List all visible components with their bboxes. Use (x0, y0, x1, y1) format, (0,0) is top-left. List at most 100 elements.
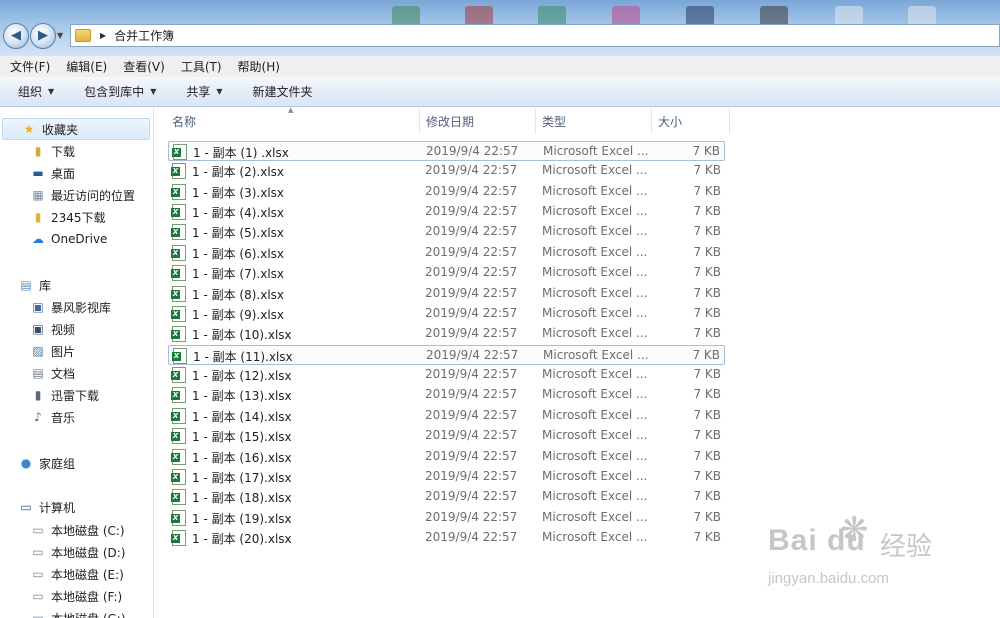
nav-item-baofeng-library[interactable]: ▣ 暴风影视库 (0, 296, 111, 318)
file-date: 2019/9/4 22:57 (425, 489, 518, 503)
excel-file-icon (171, 469, 186, 485)
nav-item-music[interactable]: ♪ 音乐 (0, 406, 75, 428)
column-header-date[interactable]: 修改日期 (420, 108, 536, 134)
menu-file[interactable]: 文件(F) (10, 58, 50, 75)
file-row[interactable]: 1 - 副本 (14).xlsx 2019/9/4 22:57 Microsoft … (168, 406, 725, 426)
file-row[interactable]: 1 - 副本 (3).xlsx 2019/9/4 22:57 Microsoft E… (168, 182, 725, 202)
file-row[interactable]: 1 - 副本 (8).xlsx 2019/9/4 22:57 Microsoft E… (168, 284, 725, 304)
file-row[interactable]: 1 - 副本 (7).xlsx 2019/9/4 22:57 Microsoft E… (168, 263, 725, 283)
recent-pages-dropdown[interactable]: ▼ (57, 31, 63, 40)
organize-button[interactable]: 组织 ▼ (18, 83, 54, 100)
excel-file-icon (171, 163, 186, 179)
nav-item-thunder-downloads[interactable]: ▮ 迅雷下载 (0, 384, 99, 406)
breadcrumb-current-folder[interactable]: 合并工作簿 (114, 27, 174, 44)
include-in-library-button[interactable]: 包含到库中 ▼ (84, 83, 156, 100)
file-type: Microsoft Excel ... (542, 510, 648, 524)
column-header-type[interactable]: 类型 (536, 108, 652, 134)
nav-label: 2345下载 (51, 210, 106, 225)
column-header-size[interactable]: 大小 (652, 108, 730, 134)
forward-button[interactable]: ▶ (30, 23, 56, 49)
file-type: Microsoft Excel ... (542, 224, 648, 238)
nav-label: 计算机 (39, 500, 76, 515)
file-row[interactable]: 1 - 副本 (12).xlsx 2019/9/4 22:57 Microsoft … (168, 365, 725, 385)
recent-places-icon: ▦ (32, 188, 44, 202)
nav-label: 音乐 (51, 410, 76, 425)
file-row[interactable]: 1 - 副本 (10).xlsx 2019/9/4 22:57 Microsoft … (168, 324, 725, 344)
menu-help[interactable]: 帮助(H) (238, 58, 280, 75)
menu-tools[interactable]: 工具(T) (181, 58, 222, 75)
file-name: 1 - 副本 (5).xlsx (192, 226, 285, 240)
file-type: Microsoft Excel ... (542, 367, 648, 381)
file-row[interactable]: 1 - 副本 (6).xlsx 2019/9/4 22:57 Microsoft E… (168, 243, 725, 263)
nav-item-drive-d[interactable]: ▭ 本地磁盘 (D:) (0, 541, 125, 563)
file-type: Microsoft Excel ... (543, 144, 649, 158)
excel-file-icon (171, 489, 186, 505)
file-date: 2019/9/4 22:57 (425, 428, 518, 442)
nav-label: 本地磁盘 (G:) (51, 610, 126, 618)
column-header-type-label: 类型 (542, 114, 567, 129)
nav-item-onedrive[interactable]: ☁ OneDrive (0, 228, 107, 250)
file-type: Microsoft Excel ... (542, 530, 648, 544)
column-header-name-label: 名称 (172, 114, 197, 129)
file-type: Microsoft Excel ... (542, 469, 648, 483)
file-size: 7 KB (693, 163, 721, 177)
nav-item-desktop[interactable]: ▬ 桌面 (0, 162, 75, 184)
nav-item-drive-f[interactable]: ▭ 本地磁盘 (F:) (0, 585, 122, 607)
file-row[interactable]: 1 - 副本 (18).xlsx 2019/9/4 22:57 Microsoft … (168, 487, 725, 507)
menu-view[interactable]: 查看(V) (123, 58, 165, 75)
new-folder-button[interactable]: 新建文件夹 (253, 83, 313, 100)
share-button[interactable]: 共享 ▼ (186, 83, 222, 100)
nav-item-recent-places[interactable]: ▦ 最近访问的位置 (0, 184, 135, 206)
file-row[interactable]: 1 - 副本 (4).xlsx 2019/9/4 22:57 Microsoft E… (168, 202, 725, 222)
file-row[interactable]: 1 - 副本 (13).xlsx 2019/9/4 22:57 Microsoft … (168, 385, 725, 405)
file-size: 7 KB (693, 530, 721, 544)
file-row[interactable]: 1 - 副本 (5).xlsx 2019/9/4 22:57 Microsoft E… (168, 222, 725, 242)
file-date: 2019/9/4 22:57 (425, 265, 518, 279)
file-row[interactable]: 1 - 副本 (11).xlsx 2019/9/4 22:57 Microsoft … (168, 345, 725, 365)
excel-file-icon (172, 144, 187, 160)
file-type: Microsoft Excel ... (542, 449, 648, 463)
nav-item-documents[interactable]: ▤ 文档 (0, 362, 75, 384)
back-button[interactable]: ◀ (3, 23, 29, 49)
file-date: 2019/9/4 22:57 (425, 224, 518, 238)
nav-item-drive-e[interactable]: ▭ 本地磁盘 (E:) (0, 563, 124, 585)
nav-item-pictures[interactable]: ▨ 图片 (0, 340, 75, 362)
sort-ascending-icon: ▲ (288, 106, 294, 114)
file-type: Microsoft Excel ... (542, 286, 648, 300)
file-row[interactable]: 1 - 副本 (15).xlsx 2019/9/4 22:57 Microsoft … (168, 426, 725, 446)
nav-favorites[interactable]: ★ 收藏夹 (2, 118, 150, 140)
file-date: 2019/9/4 22:57 (425, 163, 518, 177)
file-size: 7 KB (692, 144, 720, 158)
file-name: 1 - 副本 (6).xlsx (192, 247, 285, 261)
file-date: 2019/9/4 22:57 (425, 469, 518, 483)
file-row[interactable]: 1 - 副本 (20).xlsx 2019/9/4 22:57 Microsoft … (168, 528, 725, 548)
file-row[interactable]: 1 - 副本 (16).xlsx 2019/9/4 22:57 Microsoft … (168, 447, 725, 467)
file-row[interactable]: 1 - 副本 (9).xlsx 2019/9/4 22:57 Microsoft E… (168, 304, 725, 324)
nav-label: 本地磁盘 (E:) (51, 567, 124, 582)
nav-label: 迅雷下载 (51, 388, 100, 403)
excel-file-icon (171, 530, 186, 546)
address-bar[interactable]: ▶ 合并工作簿 (70, 24, 1000, 47)
file-row[interactable]: 1 - 副本 (17).xlsx 2019/9/4 22:57 Microsoft … (168, 467, 725, 487)
file-name: 1 - 副本 (11).xlsx (193, 350, 293, 364)
file-date: 2019/9/4 22:57 (425, 184, 518, 198)
excel-file-icon (171, 306, 186, 322)
nav-item-2345-downloads[interactable]: ▮ 2345下载 (0, 206, 106, 228)
file-date: 2019/9/4 22:57 (425, 408, 518, 422)
menu-edit[interactable]: 编辑(E) (66, 58, 107, 75)
nav-item-videos[interactable]: ▣ 视频 (0, 318, 75, 340)
nav-label: 桌面 (51, 166, 76, 181)
file-date: 2019/9/4 22:57 (425, 530, 518, 544)
nav-item-downloads[interactable]: ▮ 下载 (0, 140, 75, 162)
nav-libraries[interactable]: ▤ 库 (0, 274, 51, 296)
breadcrumb-separator-icon[interactable]: ▶ (100, 31, 106, 40)
file-name: 1 - 副本 (4).xlsx (192, 206, 285, 220)
file-row[interactable]: 1 - 副本 (2).xlsx 2019/9/4 22:57 Microsoft E… (168, 161, 725, 181)
nav-homegroup[interactable]: ● 家庭组 (0, 452, 75, 474)
nav-computer[interactable]: ▭ 计算机 (0, 496, 75, 518)
file-row[interactable]: 1 - 副本 (19).xlsx 2019/9/4 22:57 Microsoft … (168, 508, 725, 528)
nav-item-drive-c[interactable]: ▭ 本地磁盘 (C:) (0, 519, 124, 541)
file-row[interactable]: 1 - 副本 (1) .xlsx 2019/9/4 22:57 Microsoft … (168, 141, 725, 161)
nav-item-drive-g[interactable]: ▭ 本地磁盘 (G:) (0, 607, 126, 618)
file-name: 1 - 副本 (13).xlsx (192, 389, 292, 403)
